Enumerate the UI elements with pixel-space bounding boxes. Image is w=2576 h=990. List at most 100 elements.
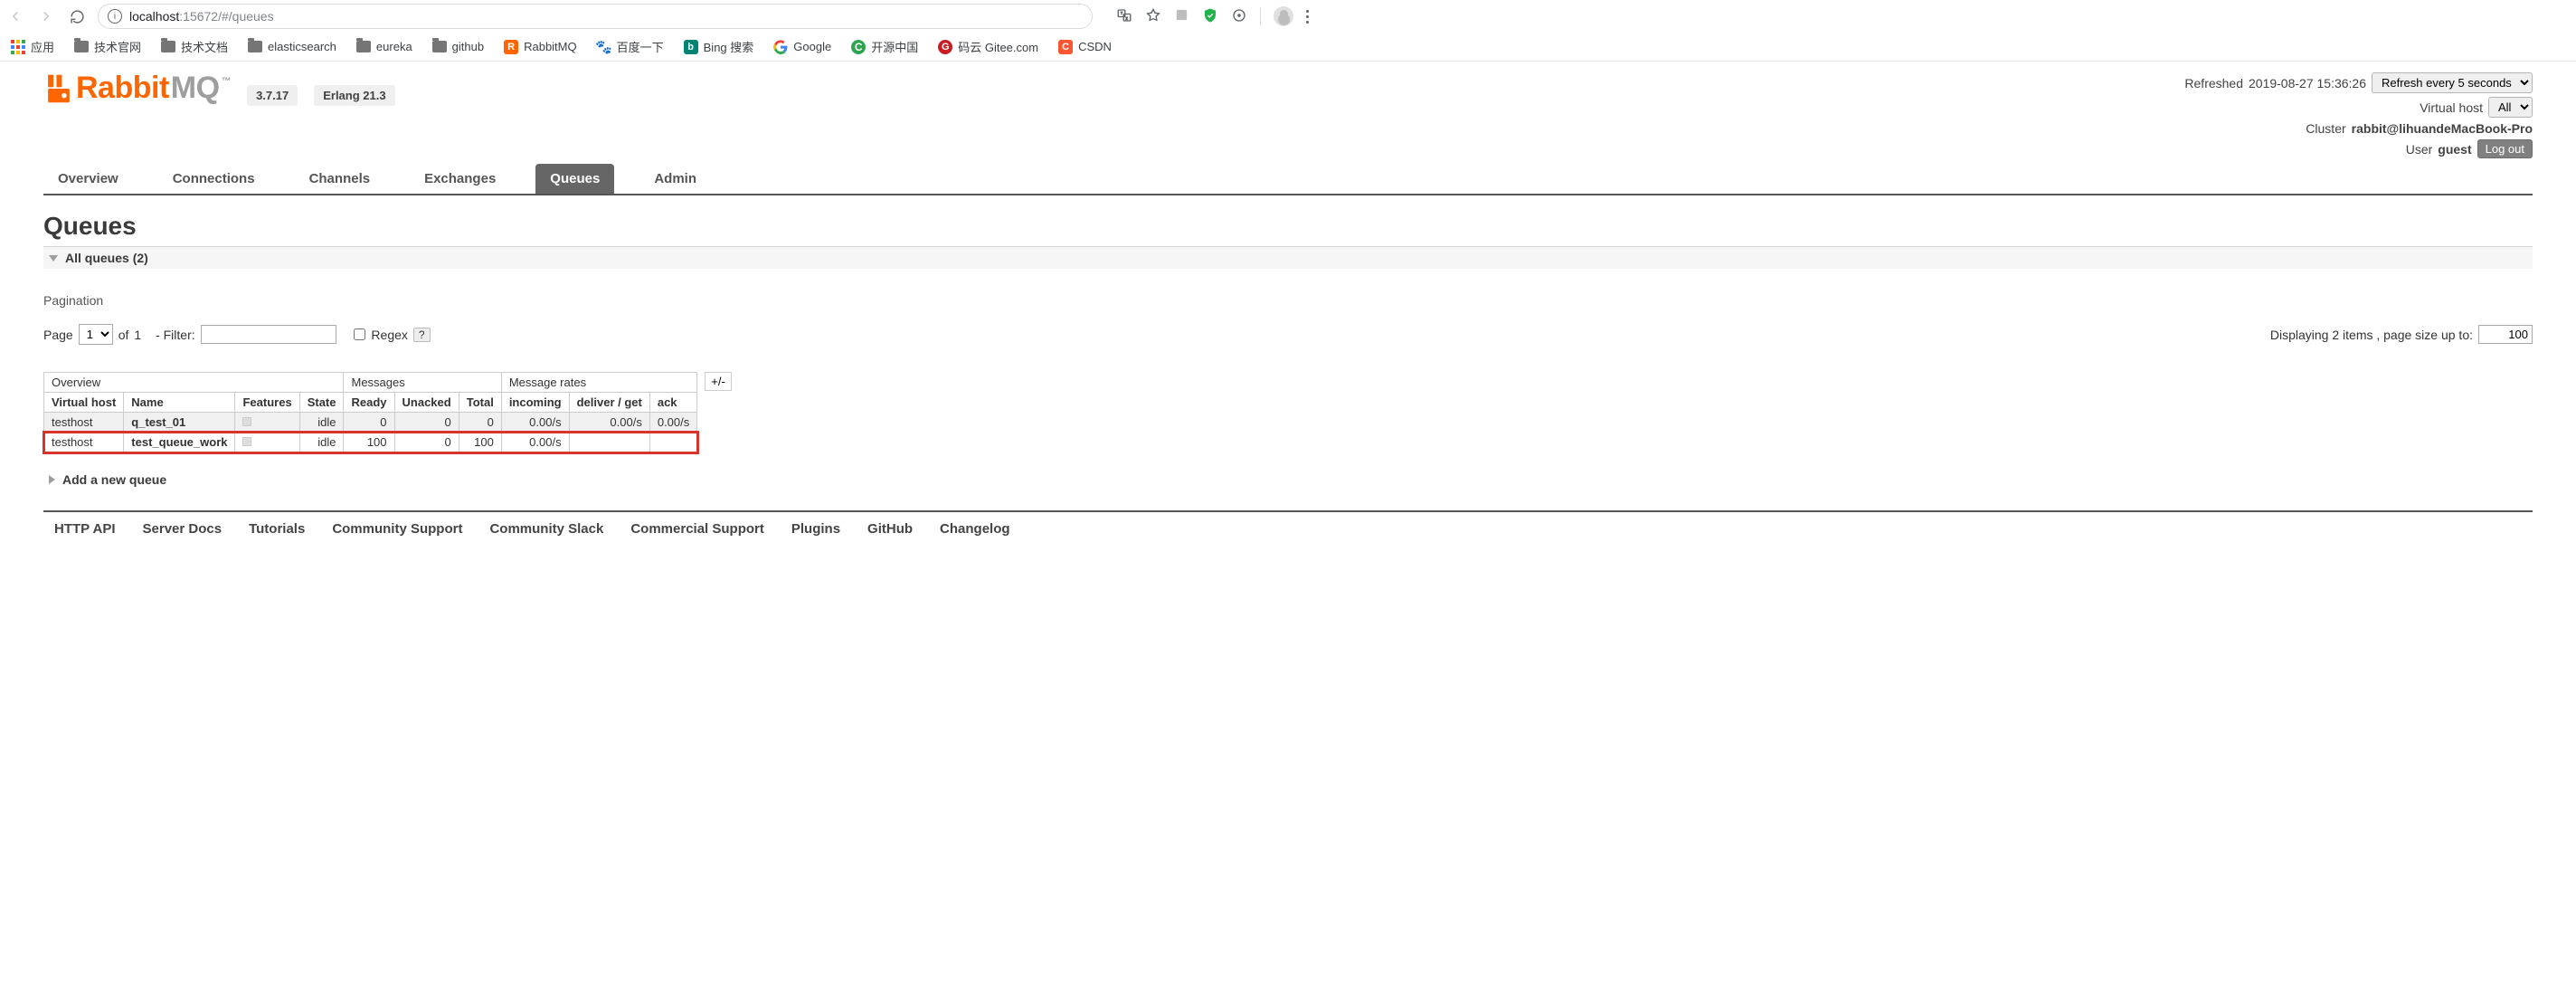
forward-button[interactable] <box>36 6 56 26</box>
cell-name: test_queue_work <box>124 433 235 452</box>
column-group: Message rates <box>501 373 696 393</box>
target-icon[interactable] <box>1231 7 1247 26</box>
erlang-badge: Erlang 21.3 <box>314 85 394 106</box>
column-header[interactable]: ack <box>649 393 696 413</box>
tab-channels[interactable]: Channels <box>295 164 385 194</box>
version-badge: 3.7.17 <box>247 85 298 106</box>
column-header[interactable]: State <box>299 393 344 413</box>
brand-tm: ™ <box>222 71 232 87</box>
footer-link[interactable]: Changelog <box>940 521 1010 537</box>
footer-link[interactable]: Tutorials <box>249 521 305 537</box>
cell-state: idle <box>299 413 344 433</box>
rabbitmq-logo[interactable]: RabbitMQ™ <box>43 71 231 106</box>
apps-shortcut[interactable]: 应用 <box>11 38 54 55</box>
total-pages: 1 <box>134 328 141 342</box>
bookmark-item[interactable]: RRabbitMQ <box>504 40 577 54</box>
tab-overview[interactable]: Overview <box>43 164 133 194</box>
bookmark-label: elasticsearch <box>268 40 336 53</box>
add-queue-section[interactable]: Add a new queue <box>43 469 2533 490</box>
shield-icon[interactable] <box>1202 7 1218 26</box>
footer-link[interactable]: Community Support <box>332 521 462 537</box>
column-header[interactable]: Total <box>459 393 501 413</box>
page-title: Queues <box>43 212 2533 241</box>
bing-icon: b <box>684 40 698 54</box>
cell-total: 0 <box>459 413 501 433</box>
footer-link[interactable]: Community Slack <box>489 521 603 537</box>
bookmark-label: 技术官网 <box>94 38 141 55</box>
cell-state: idle <box>299 433 344 452</box>
address-bar[interactable]: i localhost:15672/#/queues <box>98 4 1093 29</box>
footer-link[interactable]: Plugins <box>791 521 840 537</box>
bookmark-item[interactable]: bBing 搜索 <box>684 38 754 55</box>
gitee-icon: G <box>938 40 952 54</box>
bookmark-label: Google <box>793 40 831 53</box>
site-info-icon[interactable]: i <box>108 9 122 24</box>
bookmark-item[interactable]: elasticsearch <box>248 40 336 53</box>
browser-menu-icon[interactable] <box>1306 10 1309 24</box>
queues-table: OverviewMessagesMessage rates Virtual ho… <box>43 372 697 452</box>
bookmark-item[interactable]: github <box>432 40 484 53</box>
footer-link[interactable]: HTTP API <box>54 521 116 537</box>
feature-icon <box>242 417 251 426</box>
tab-exchanges[interactable]: Exchanges <box>410 164 510 194</box>
refresh-interval-select[interactable]: Refresh every 5 seconds <box>2372 72 2533 93</box>
vhost-select[interactable]: All <box>2488 97 2533 118</box>
filter-input[interactable] <box>201 325 336 344</box>
tab-connections[interactable]: Connections <box>158 164 270 194</box>
page-select[interactable]: 1 <box>79 324 113 345</box>
column-header[interactable]: Ready <box>344 393 394 413</box>
bookmark-item[interactable]: 🐾百度一下 <box>597 38 664 55</box>
bookmark-label: CSDN <box>1078 40 1112 53</box>
bookmark-label: eureka <box>376 40 412 53</box>
column-header[interactable]: Unacked <box>394 393 459 413</box>
table-row[interactable]: testhosttest_queue_workidle10001000.00/s <box>44 433 697 452</box>
column-header[interactable]: incoming <box>501 393 569 413</box>
all-queues-section[interactable]: All queues (2) <box>43 246 2533 270</box>
footer-link[interactable]: GitHub <box>867 521 913 537</box>
page-size-input[interactable] <box>2478 325 2533 344</box>
cluster-value: rabbit@lihuandeMacBook-Pro <box>2352 121 2533 136</box>
cell-total: 100 <box>459 433 501 452</box>
bookmark-item[interactable]: G码云 Gitee.com <box>938 38 1038 55</box>
extension-icon[interactable] <box>1174 7 1189 25</box>
columns-toggle-button[interactable]: +/- <box>705 372 732 391</box>
regex-help-button[interactable]: ? <box>413 328 431 342</box>
bookmarks-bar: 应用 技术官网 技术文档 elasticsearch eureka github RRab… <box>0 33 2576 62</box>
regex-checkbox[interactable] <box>354 328 365 340</box>
column-header[interactable]: Name <box>124 393 235 413</box>
back-button[interactable] <box>5 6 25 26</box>
rabbitmq-icon: R <box>504 40 518 54</box>
pagination-row: Page 1 of 1 - Filter: Regex ? Displaying… <box>43 324 2533 345</box>
cell-incoming: 0.00/s <box>501 433 569 452</box>
column-header[interactable]: deliver / get <box>569 393 649 413</box>
bookmark-item[interactable]: Google <box>773 40 831 54</box>
bookmark-label: github <box>452 40 484 53</box>
cell-ack: 0.00/s <box>649 413 696 433</box>
queue-link[interactable]: q_test_01 <box>131 415 185 429</box>
bookmark-item[interactable]: 技术文档 <box>161 38 228 55</box>
translate-icon[interactable] <box>1116 7 1132 26</box>
cell-vhost: testhost <box>44 413 124 433</box>
cluster-label: Cluster <box>2306 121 2345 136</box>
bookmark-item[interactable]: eureka <box>356 40 412 53</box>
bookmark-star-icon[interactable] <box>1145 7 1161 26</box>
reload-button[interactable] <box>67 6 87 26</box>
column-header[interactable]: Virtual host <box>44 393 124 413</box>
add-queue-label: Add a new queue <box>62 472 166 487</box>
of-word: of <box>118 328 129 342</box>
cell-deliver: 0.00/s <box>569 413 649 433</box>
profile-avatar[interactable] <box>1274 6 1293 26</box>
footer-link[interactable]: Server Docs <box>143 521 223 537</box>
folder-icon <box>356 41 371 52</box>
tab-admin[interactable]: Admin <box>639 164 711 194</box>
apps-label: 应用 <box>31 38 54 55</box>
logout-button[interactable]: Log out <box>2477 139 2533 158</box>
bookmark-item[interactable]: 技术官网 <box>74 38 141 55</box>
bookmark-item[interactable]: CCSDN <box>1058 40 1112 54</box>
table-row[interactable]: testhostq_test_01idle0000.00/s0.00/s0.00… <box>44 413 697 433</box>
bookmark-item[interactable]: C开源中国 <box>851 38 918 55</box>
tab-queues[interactable]: Queues <box>535 164 614 194</box>
queue-link[interactable]: test_queue_work <box>131 435 227 449</box>
footer-link[interactable]: Commercial Support <box>630 521 764 537</box>
column-header[interactable]: Features <box>235 393 299 413</box>
